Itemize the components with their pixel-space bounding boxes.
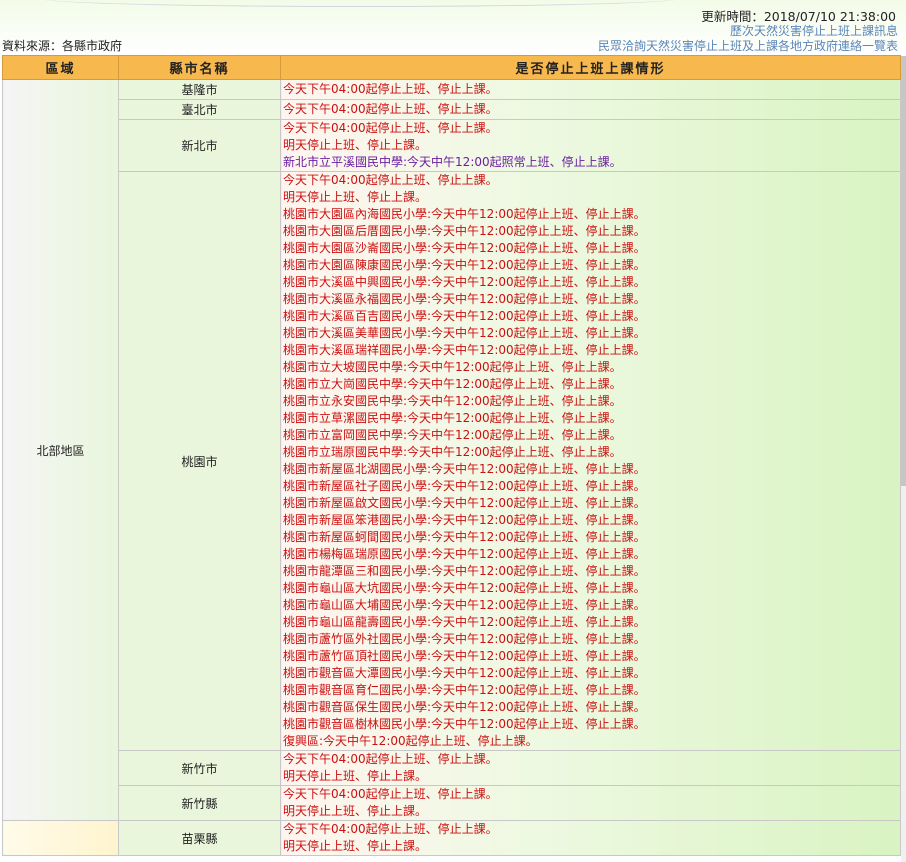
table-row: 新竹市 今天下午04:00起停止上班、停止上課。 明天停止上班、停止上課。: [3, 750, 901, 786]
status-line: 明天停止上班、停止上課。: [283, 138, 428, 152]
status-line: 桃園市新屋區社子國民小學:今天中午12:00起停止上班、停止上課。: [283, 479, 646, 493]
table-row: 北部地區 基隆市 今天下午04:00起停止上班、停止上課。: [2, 79, 901, 821]
status-line: 桃園市立永安國民中學:今天中午12:00起停止上班、停止上課。: [283, 394, 622, 408]
status-line: 桃園市大園區后厝國民小學:今天中午12:00起停止上班、停止上課。: [283, 224, 646, 238]
status-line: 桃園市觀音區育仁國民小學:今天中午12:00起停止上班、停止上課。: [283, 683, 646, 697]
status-line: 今天下午04:00起停止上班、停止上課。: [283, 82, 498, 96]
status-line: 桃園市觀音區大潭國民小學:今天中午12:00起停止上班、停止上課。: [283, 666, 646, 680]
status-cell: 今天下午04:00起停止上班、停止上課。 明天停止上班、停止上課。: [280, 750, 901, 786]
status-line: 桃園市新屋區北湖國民小學:今天中午12:00起停止上班、停止上課。: [283, 462, 646, 476]
scrollbar-thumb[interactable]: [901, 56, 906, 486]
status-cell: 今天下午04:00起停止上班、停止上課。 明天停止上班、停止上課。: [280, 820, 901, 856]
status-line: 桃園市立富岡國民中學:今天中午12:00起停止上班、停止上課。: [283, 428, 622, 442]
status-cell: 今天下午04:00起停止上班、停止上課。: [280, 79, 901, 100]
status-line: 桃園市蘆竹區外社國民小學:今天中午12:00起停止上班、停止上課。: [283, 632, 646, 646]
status-line: 桃園市觀音區樹林國民小學:今天中午12:00起停止上班、停止上課。: [283, 717, 646, 731]
region-cell: [2, 820, 119, 856]
status-cell: 今天下午04:00起停止上班、停止上課。 明天停止上班、停止上課。新北市立平溪國民…: [280, 119, 901, 172]
status-line: 桃園市立大崗國民中學:今天中午12:00起停止上班、停止上課。: [283, 377, 622, 391]
contacts-link[interactable]: 民眾洽詢天然災害停止上班及上課各地方政府連絡一覽表: [598, 37, 898, 54]
column-header-status: 是否停止上班上課情形: [280, 55, 901, 80]
status-line: 桃園市大溪區瑞祥國民小學:今天中午12:00起停止上班、停止上課。: [283, 343, 646, 357]
status-line: 今天下午04:00起停止上班、停止上課。: [283, 752, 498, 766]
county-name-cell: 桃園市: [118, 171, 281, 751]
county-name-cell: 新竹市: [118, 750, 281, 786]
status-cell: 今天下午04:00起停止上班、停止上課。 明天停止上班、停止上課。: [280, 785, 901, 821]
status-line: 桃園市新屋區笨港國民小學:今天中午12:00起停止上班、停止上課。: [283, 513, 646, 527]
status-line: 今天下午04:00起停止上班、停止上課。: [283, 787, 498, 801]
county-name-cell: 臺北市: [118, 99, 281, 120]
banner-decoration: [40, 0, 680, 7]
status-line: 桃園市大園區內海國民小學:今天中午12:00起停止上班、停止上課。: [283, 207, 646, 221]
status-line: 桃園市大溪區美華國民小學:今天中午12:00起停止上班、停止上課。: [283, 326, 646, 340]
table-row: 新北市 今天下午04:00起停止上班、停止上課。 明天停止上班、停止上課。新北市立平…: [3, 119, 901, 172]
status-line: 桃園市新屋區啟文國民小學:今天中午12:00起停止上班、停止上課。: [283, 496, 646, 510]
status-line: 桃園市立大坡國民中學:今天中午12:00起停止上班、停止上課。: [283, 360, 622, 374]
table-row: 臺北市 今天下午04:00起停止上班、停止上課。: [3, 99, 901, 120]
status-line: 桃園市大溪區中興國民小學:今天中午12:00起停止上班、停止上課。: [283, 275, 646, 289]
status-line: 明天停止上班、停止上課。: [283, 804, 428, 818]
column-header-region: 區域: [2, 55, 119, 80]
status-line: 桃園市大園區沙崙國民小學:今天中午12:00起停止上班、停止上課。: [283, 241, 646, 255]
status-line: 今天下午04:00起停止上班、停止上課。: [283, 121, 498, 135]
status-line: 復興區:今天中午12:00起停止上班、停止上課。: [283, 734, 538, 748]
status-line: 今天下午04:00起停止上班、停止上課。: [283, 102, 498, 116]
county-name-cell: 基隆市: [118, 79, 281, 100]
status-line: 桃園市立草漯國民中學:今天中午12:00起停止上班、停止上課。: [283, 411, 622, 425]
status-line: 桃園市龜山區龍壽國民小學:今天中午12:00起停止上班、停止上課。: [283, 615, 646, 629]
status-line: 桃園市大園區陳康國民小學:今天中午12:00起停止上班、停止上課。: [283, 258, 646, 272]
status-line: 今天下午04:00起停止上班、停止上課。: [283, 822, 498, 836]
status-line: 明天停止上班、停止上課。: [283, 769, 428, 783]
status-cell: 今天下午04:00起停止上班、停止上課。 明天停止上班、停止上課。桃園市大園區內海…: [280, 171, 901, 751]
status-line: 今天下午04:00起停止上班、停止上課。: [283, 173, 498, 187]
status-line: 新北市立平溪國民中學:今天中午12:00起照常上班、停止上課。: [283, 155, 622, 169]
county-name-cell: 新竹縣: [118, 785, 281, 821]
data-source: 資料來源：各縣市政府: [2, 39, 123, 53]
table-row: 新竹縣 今天下午04:00起停止上班、停止上課。 明天停止上班、停止上課。: [3, 785, 901, 821]
county-name-cell: 苗栗縣: [118, 820, 281, 856]
status-line: 桃園市蘆竹區頂社國民小學:今天中午12:00起停止上班、停止上課。: [283, 649, 646, 663]
status-line: 桃園市大溪區永福國民小學:今天中午12:00起停止上班、停止上課。: [283, 292, 646, 306]
status-line: 桃園市大溪區百吉國民小學:今天中午12:00起停止上班、停止上課。: [283, 309, 646, 323]
status-line: 桃園市新屋區蚵間國民小學:今天中午12:00起停止上班、停止上課。: [283, 530, 646, 544]
table-row: 苗栗縣 今天下午04:00起停止上班、停止上課。 明天停止上班、停止上課。: [2, 820, 901, 856]
status-line: 桃園市立瑞原國民中學:今天中午12:00起停止上班、停止上課。: [283, 445, 622, 459]
status-line: 桃園市龜山區大埔國民小學:今天中午12:00起停止上班、停止上課。: [283, 598, 646, 612]
status-line: 桃園市觀音區保生國民小學:今天中午12:00起停止上班、停止上課。: [283, 700, 646, 714]
status-cell: 今天下午04:00起停止上班、停止上課。: [280, 99, 901, 120]
status-line: 明天停止上班、停止上課。: [283, 839, 428, 853]
closure-table: 區域 縣市名稱 是否停止上班上課情形 北部地區 基隆市 今天下午04:00起停止上班…: [2, 55, 901, 856]
table-header-row: 區域 縣市名稱 是否停止上班上課情形: [2, 55, 901, 80]
status-line: 明天停止上班、停止上課。: [283, 190, 428, 204]
status-line: 桃園市楊梅區瑞原國民小學:今天中午12:00起停止上班、停止上課。: [283, 547, 646, 561]
county-name-cell: 新北市: [118, 119, 281, 172]
column-header-county: 縣市名稱: [118, 55, 281, 80]
region-cell: 北部地區: [2, 79, 119, 821]
table-row: 桃園市 今天下午04:00起停止上班、停止上課。 明天停止上班、停止上課。桃園市大園…: [3, 171, 901, 751]
status-line: 桃園市龍潭區三和國民小學:今天中午12:00起停止上班、停止上課。: [283, 564, 646, 578]
status-line: 桃園市龜山區大坑國民小學:今天中午12:00起停止上班、停止上課。: [283, 581, 646, 595]
